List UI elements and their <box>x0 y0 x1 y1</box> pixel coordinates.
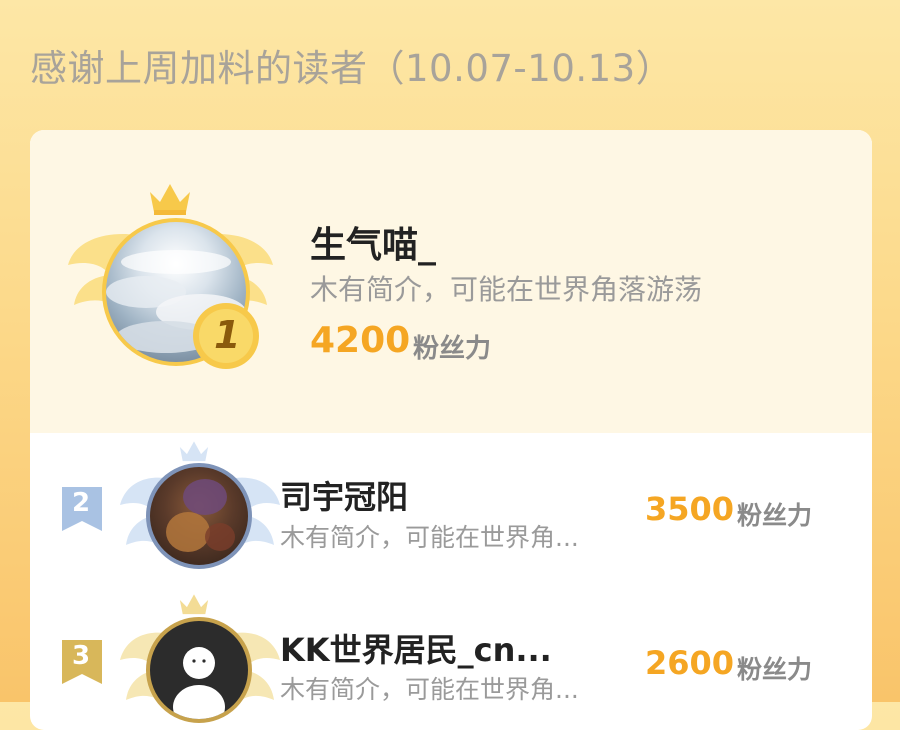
fans-label: 粉丝力 <box>413 334 492 364</box>
crown-icon <box>150 184 190 215</box>
fans-label: 粉丝力 <box>737 501 813 530</box>
user-name[interactable]: KK世界居民_cn... <box>280 625 552 671</box>
rank-number: 3 <box>72 641 91 671</box>
rank-number: 2 <box>72 488 91 518</box>
avatar[interactable] <box>146 463 252 569</box>
user-bio: 木有简介，可能在世界角... <box>280 523 579 552</box>
user-name[interactable]: 生气喵_ <box>310 216 436 268</box>
user-name[interactable]: 司宇冠阳 <box>280 472 408 518</box>
ranking-card: 1 生气喵_ 木有简介，可能在世界角落游荡 4200 粉丝力 2 司宇冠阳 木有… <box>30 130 872 730</box>
rank-number: 1 <box>214 313 241 357</box>
fans-label: 粉丝力 <box>737 655 813 684</box>
fans-value: 3500 <box>645 490 735 528</box>
user-bio: 木有简介，可能在世界角落游荡 <box>310 273 703 306</box>
fans-value: 4200 <box>310 320 411 361</box>
default-avatar-icon <box>173 647 225 719</box>
crown-icon <box>179 594 209 615</box>
user-bio: 木有简介，可能在世界角... <box>280 675 579 704</box>
crown-icon <box>179 441 209 462</box>
avatar[interactable] <box>146 617 252 723</box>
avatar-art-image <box>166 479 235 552</box>
fans-value: 2600 <box>645 644 735 682</box>
page-title: 感谢上周加料的读者（10.07-10.13） <box>30 47 674 90</box>
